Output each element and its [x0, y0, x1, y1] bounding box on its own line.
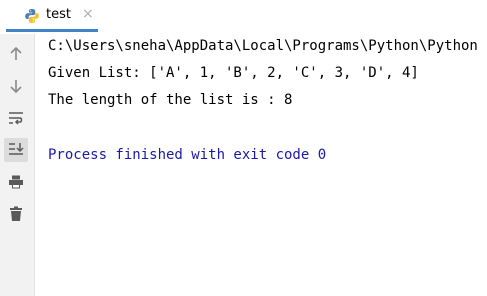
console-output: C:\Users\sneha\AppData\Local\Programs\Py… — [48, 37, 487, 173]
output-line: Given List: ['A', 1, 'B', 2, 'C', 3, 'D'… — [48, 65, 419, 81]
tab-label: test — [46, 7, 71, 22]
exit-status-line: Process finished with exit code 0 — [48, 147, 327, 163]
down-arrow-icon[interactable] — [6, 76, 26, 96]
tab-test[interactable]: test × — [6, 0, 98, 32]
command-line: C:\Users\sneha\AppData\Local\Programs\Py… — [48, 38, 478, 54]
output-line: The length of the list is : 8 — [48, 92, 293, 108]
soft-wrap-icon[interactable] — [6, 108, 26, 128]
scroll-to-end-icon[interactable] — [4, 138, 28, 162]
up-arrow-icon[interactable] — [6, 44, 26, 64]
editor-tab-bar: test × — [0, 0, 487, 34]
print-icon[interactable] — [6, 172, 26, 192]
python-icon — [24, 8, 40, 24]
trash-icon[interactable] — [6, 204, 26, 224]
close-icon[interactable]: × — [82, 6, 94, 22]
console-toolbar — [0, 34, 35, 296]
